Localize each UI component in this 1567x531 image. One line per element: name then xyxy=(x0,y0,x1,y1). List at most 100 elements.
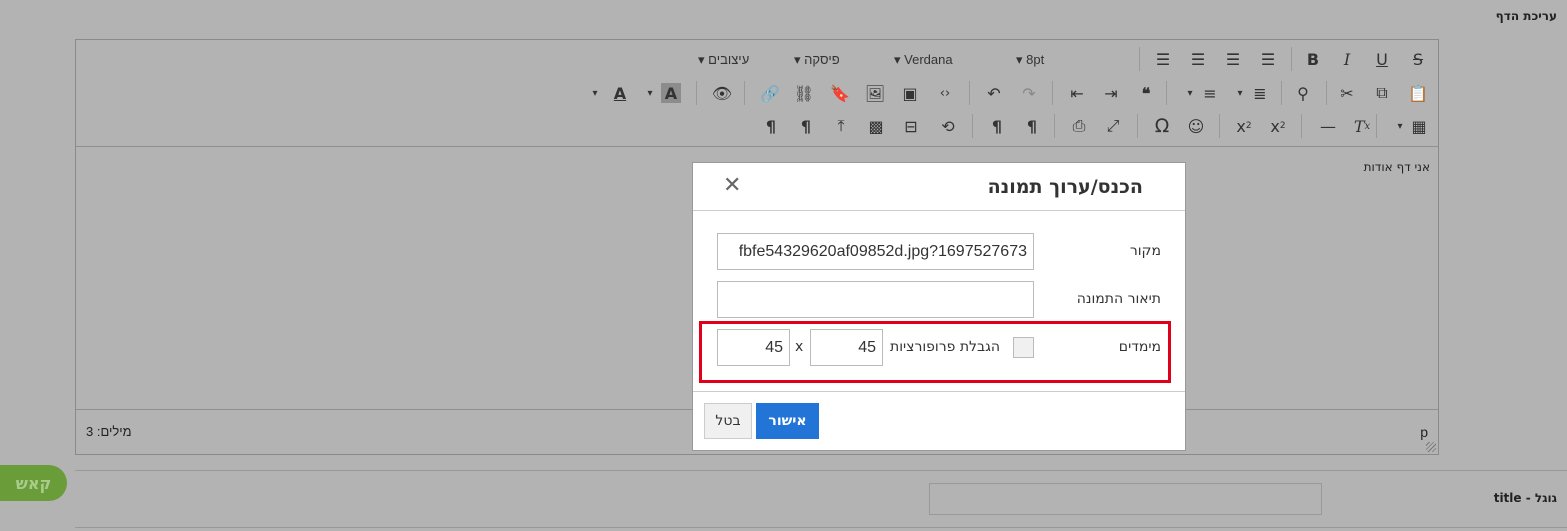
cut-icon[interactable]: ✂ xyxy=(1335,81,1359,105)
outdent-icon[interactable]: ⇤ xyxy=(1065,81,1089,105)
resize-handle[interactable] xyxy=(1426,442,1436,452)
times-sign: x xyxy=(795,339,804,355)
ltr-direction-icon[interactable]: ¶ xyxy=(985,114,1009,138)
toolbar-separator xyxy=(1137,114,1138,138)
word-count: מילים: 3 xyxy=(86,424,132,439)
blockquote-icon[interactable]: ❝ xyxy=(1134,81,1158,105)
code-icon[interactable]: ‹› xyxy=(933,81,957,105)
clear-format-icon[interactable]: Tx xyxy=(1350,114,1374,138)
formats-dropdown[interactable]: עיצובים ▾ xyxy=(698,52,749,68)
toolbar-separator xyxy=(744,81,745,105)
fullscreen-icon[interactable]: ⤢ xyxy=(1101,114,1125,138)
font-family-dropdown[interactable]: ▾ Verdana xyxy=(894,52,953,68)
formats-label: עיצובים xyxy=(708,52,750,67)
media-icon[interactable]: ▣ xyxy=(898,81,922,105)
copy-icon[interactable]: ⧉ xyxy=(1370,81,1394,105)
chevron-down-icon[interactable]: ▾ xyxy=(583,81,607,105)
chevron-down-icon[interactable]: ▾ xyxy=(1388,114,1412,138)
chevron-down-icon[interactable]: ▾ xyxy=(1178,81,1202,105)
link-icon[interactable]: 🔗 xyxy=(758,81,782,105)
width-value: 45 xyxy=(858,338,876,356)
toolbar-separator xyxy=(1219,114,1220,138)
insert-icon[interactable]: ⤒ xyxy=(829,114,853,138)
bg-color-icon[interactable]: A xyxy=(661,83,681,103)
constrain-checkbox[interactable] xyxy=(1013,337,1034,358)
horizontal-rule-icon[interactable]: — xyxy=(1316,114,1340,138)
description-label: תיאור התמונה xyxy=(1076,291,1161,307)
google-title-label: title - גוגל xyxy=(1493,491,1557,505)
dialog-header: הכנס/ערוך תמונה ✕ xyxy=(693,163,1185,211)
toolbar-separator xyxy=(696,81,697,105)
section-divider xyxy=(75,470,1567,471)
description-input[interactable] xyxy=(717,281,1034,318)
paragraph-mark-icon[interactable]: ¶ xyxy=(759,114,783,138)
toolbar-separator xyxy=(1326,81,1327,105)
align-center-icon[interactable]: ☰ xyxy=(1186,47,1210,71)
image-dialog: הכנס/ערוך תמונה ✕ מקור fbfe54329620af098… xyxy=(692,162,1186,451)
strikethrough-icon[interactable]: S xyxy=(1406,47,1430,71)
find-icon[interactable]: ⚲ xyxy=(1291,81,1315,105)
subscript-icon[interactable]: x2 xyxy=(1232,114,1256,138)
height-input[interactable]: 45 xyxy=(717,329,790,366)
toolbar-separator xyxy=(1052,81,1053,105)
width-input[interactable]: 45 xyxy=(810,329,883,366)
toolbar-separator xyxy=(1054,114,1055,138)
toolbar-separator xyxy=(1281,81,1282,105)
paste-icon[interactable]: 📋 xyxy=(1406,81,1430,105)
undo-icon[interactable]: ↶ xyxy=(982,81,1006,105)
page-break-icon[interactable]: ⊟ xyxy=(899,114,923,138)
page-section-label: עריכת הדף xyxy=(1495,9,1557,23)
font-size-label: 8pt xyxy=(1026,52,1045,67)
close-icon[interactable]: ✕ xyxy=(723,173,741,198)
redo-icon[interactable]: ↷ xyxy=(1017,81,1041,105)
cache-button[interactable]: קאש xyxy=(0,465,67,501)
google-title-input[interactable] xyxy=(929,483,1322,515)
paragraph-label: פיסקה xyxy=(804,52,840,67)
restore-draft-icon[interactable]: ⟲ xyxy=(936,114,960,138)
font-size-dropdown[interactable]: ▾ 8pt xyxy=(1016,52,1044,68)
element-path[interactable]: p xyxy=(1420,424,1428,440)
print-icon[interactable]: ⎙ xyxy=(1067,114,1091,138)
bold-icon[interactable]: B xyxy=(1301,47,1325,71)
unlink-icon[interactable]: ⛓ xyxy=(792,81,816,105)
superscript-icon[interactable]: x2 xyxy=(1266,114,1290,138)
text-color-icon[interactable]: A xyxy=(608,81,632,105)
toolbar-separator xyxy=(1291,47,1292,71)
bookmark-icon[interactable]: 🔖 xyxy=(828,81,852,105)
source-input[interactable]: fbfe54329620af09852d.jpg?1697527673 xyxy=(717,233,1034,270)
emoticon-icon[interactable]: ☺ xyxy=(1184,114,1208,138)
paragraph-dropdown[interactable]: פיסקה ▾ xyxy=(794,52,840,68)
toolbar-separator xyxy=(1139,47,1140,71)
dialog-footer-divider xyxy=(693,391,1185,392)
special-char-icon[interactable]: Ω xyxy=(1150,114,1174,138)
chevron-down-icon[interactable]: ▾ xyxy=(1228,81,1252,105)
align-justify-icon[interactable]: ☰ xyxy=(1256,47,1280,71)
indent-icon[interactable]: ⇥ xyxy=(1099,81,1123,105)
constrain-label: הגבלת פרופורציות xyxy=(890,339,1000,355)
height-value: 45 xyxy=(765,338,783,356)
image-icon[interactable]: 🖼 xyxy=(863,81,887,105)
source-label: מקור xyxy=(1129,243,1161,259)
preview-eye-icon[interactable]: 👁 xyxy=(710,81,734,105)
font-family-label: Verdana xyxy=(904,52,953,67)
editor-content[interactable]: אני דף אודות xyxy=(1364,160,1430,174)
italic-icon[interactable]: I xyxy=(1335,47,1359,71)
dialog-title: הכנס/ערוך תמונה xyxy=(987,176,1143,198)
source-value: fbfe54329620af09852d.jpg?1697527673 xyxy=(738,242,1027,260)
show-blocks-icon[interactable]: ¶ xyxy=(794,114,818,138)
ok-button[interactable]: אישור xyxy=(756,403,819,439)
toolbar-separator xyxy=(1301,114,1302,138)
dimensions-label: מימדים xyxy=(1118,339,1161,355)
underline-icon[interactable]: U xyxy=(1370,47,1394,71)
rtl-direction-icon[interactable]: ¶ xyxy=(1020,114,1044,138)
align-left-icon[interactable]: ☰ xyxy=(1151,47,1175,71)
chevron-down-icon[interactable]: ▾ xyxy=(638,81,662,105)
cancel-button[interactable]: בטל xyxy=(704,403,752,439)
align-right-icon[interactable]: ☰ xyxy=(1221,47,1245,71)
toolbar-separator xyxy=(1166,81,1167,105)
toolbar-separator xyxy=(972,114,973,138)
section-divider xyxy=(75,527,1567,528)
toolbar-separator xyxy=(969,81,970,105)
visual-blocks-icon[interactable]: ▩ xyxy=(864,114,888,138)
toolbar-separator xyxy=(1376,114,1377,138)
